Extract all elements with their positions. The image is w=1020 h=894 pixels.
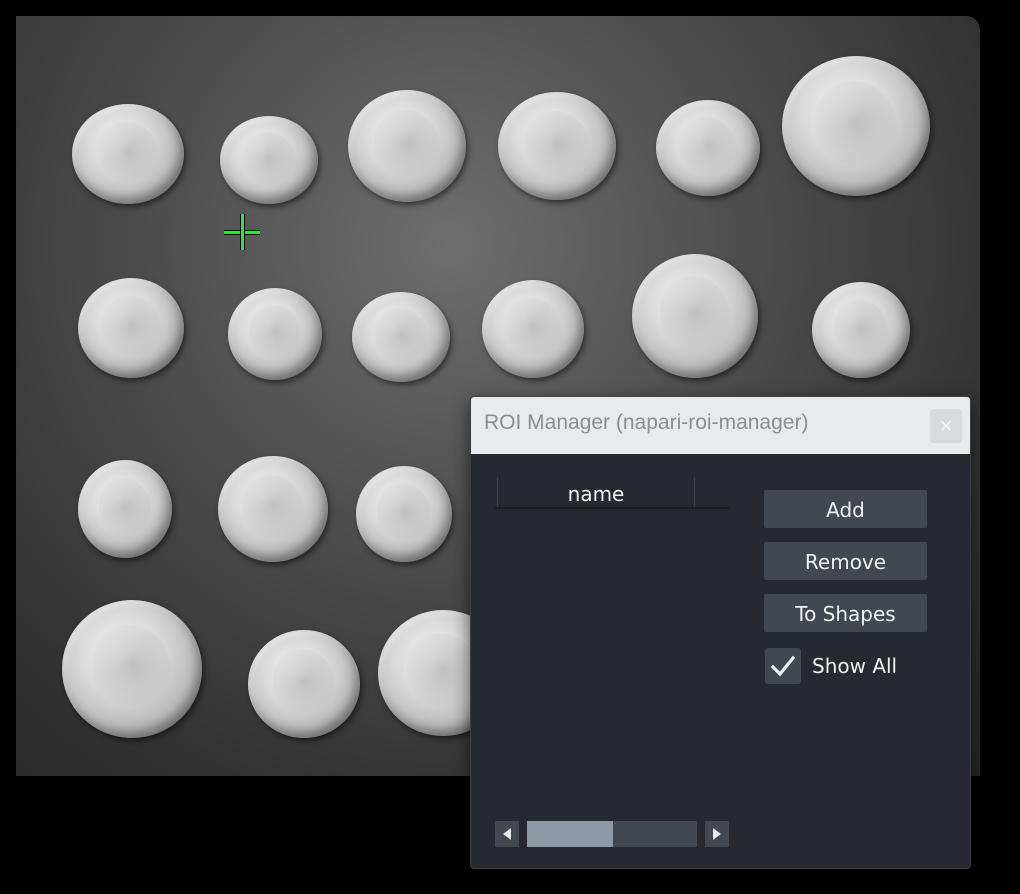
coin <box>78 278 184 378</box>
coin <box>62 600 202 738</box>
dialog-title: ROI Manager (napari-roi-manager) <box>484 411 809 434</box>
show-all-label: Show All <box>812 654 898 678</box>
close-button[interactable]: × <box>930 409 962 443</box>
show-all-checkbox[interactable]: Show All <box>765 648 965 684</box>
coin <box>218 456 328 562</box>
coin <box>356 466 452 562</box>
checkbox-box[interactable] <box>765 648 801 684</box>
close-icon: × <box>938 416 954 436</box>
horizontal-scrollbar[interactable] <box>495 821 729 847</box>
scroll-right-button[interactable] <box>705 821 729 847</box>
coin <box>632 254 758 378</box>
coin <box>498 92 616 200</box>
add-button[interactable]: Add <box>764 490 927 528</box>
coin <box>220 116 318 204</box>
coin <box>78 460 172 558</box>
coin <box>482 280 584 378</box>
scroll-left-button[interactable] <box>495 821 519 847</box>
crosshair-icon <box>224 214 260 250</box>
coin <box>228 288 322 380</box>
roi-manager-dialog: ROI Manager (napari-roi-manager) × name … <box>470 396 971 869</box>
checkmark-icon <box>771 655 795 677</box>
arrow-left-icon <box>503 828 511 840</box>
arrow-right-icon <box>713 828 721 840</box>
coin <box>812 282 910 378</box>
coin <box>348 90 466 202</box>
coin <box>656 100 760 196</box>
coin <box>352 292 450 382</box>
scroll-thumb[interactable] <box>527 821 613 847</box>
coin <box>72 104 184 204</box>
to-shapes-button[interactable]: To Shapes <box>764 594 927 632</box>
roi-table[interactable]: name <box>495 477 729 847</box>
column-header-filler <box>695 477 727 507</box>
scroll-track[interactable] <box>527 821 697 847</box>
dialog-titlebar[interactable]: ROI Manager (napari-roi-manager) × <box>471 397 970 454</box>
coin <box>782 56 930 196</box>
coin <box>248 630 360 738</box>
remove-button[interactable]: Remove <box>764 542 927 580</box>
table-header: name <box>495 477 729 509</box>
column-header-name[interactable]: name <box>497 477 695 507</box>
